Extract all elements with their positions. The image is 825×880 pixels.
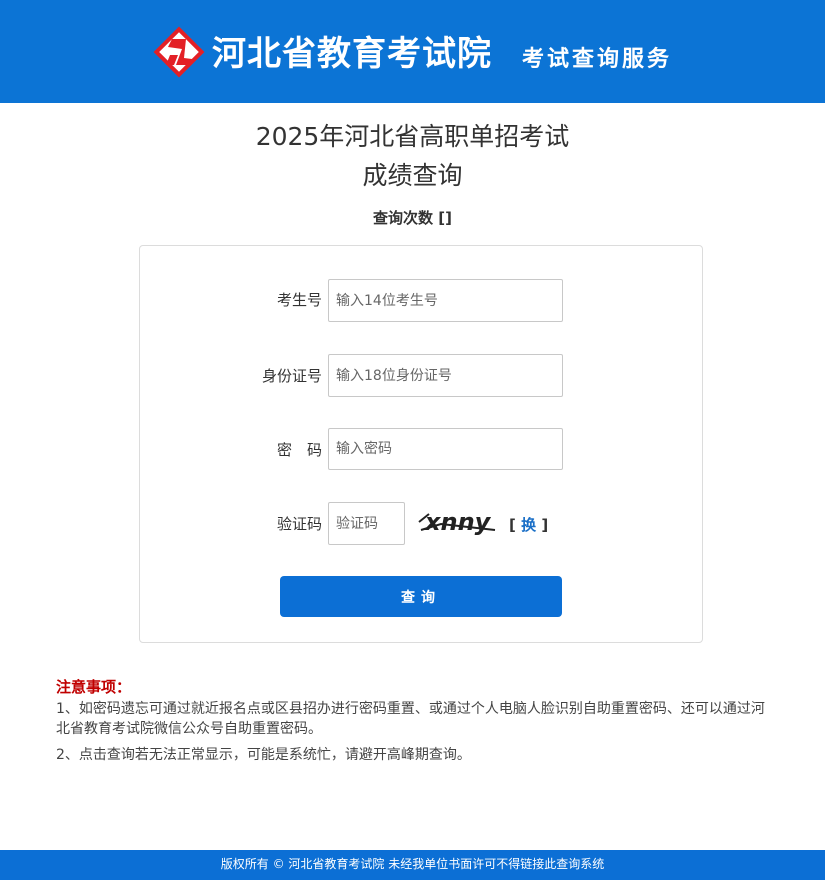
header-banner: 河北省教育考试院 考试查询服务: [0, 0, 825, 103]
password-input[interactable]: [328, 428, 563, 470]
page-title: 成绩查询: [362, 161, 463, 190]
note-item-2: 2、点击查询若无法正常显示，可能是系统忙，请避开高峰期查询。: [56, 747, 471, 763]
captcha-label: 验证码: [276, 515, 322, 533]
candidate-number-label: 考生号: [276, 291, 322, 309]
candidate-number-input[interactable]: [328, 279, 563, 322]
query-submit-button[interactable]: 查询: [280, 576, 562, 617]
captcha-input[interactable]: [328, 502, 405, 545]
password-label: 密 码: [276, 441, 322, 459]
site-title: 河北省教育考试院: [212, 34, 492, 74]
query-count: 查询次数 []: [373, 209, 452, 227]
captcha-image[interactable]: xnny: [415, 500, 497, 540]
exam-authority-logo-icon: [153, 26, 205, 78]
site-subtitle: 考试查询服务: [522, 46, 673, 72]
exam-title: 2025年河北省高职单招考试: [255, 122, 570, 151]
notes-title: 注意事项：: [56, 678, 132, 696]
refresh-close-bracket: ]: [536, 516, 549, 534]
footer-copyright: 版权所有 © 河北省教育考试院 未经我单位书面许可不得链接此查询系统: [0, 850, 825, 880]
note-item-1: 1、如密码遗忘可通过就近报名点或区县招办进行密码重置、或通过个人电脑人脸识别自助…: [56, 701, 765, 737]
id-number-label: 身份证号: [261, 367, 322, 385]
refresh-captcha-button[interactable]: [ 换 ]: [509, 514, 548, 536]
refresh-open-bracket: [: [509, 516, 522, 534]
refresh-captcha-link[interactable]: 换: [521, 516, 536, 534]
id-number-input[interactable]: [328, 354, 563, 397]
captcha-text: xnny: [424, 508, 492, 536]
